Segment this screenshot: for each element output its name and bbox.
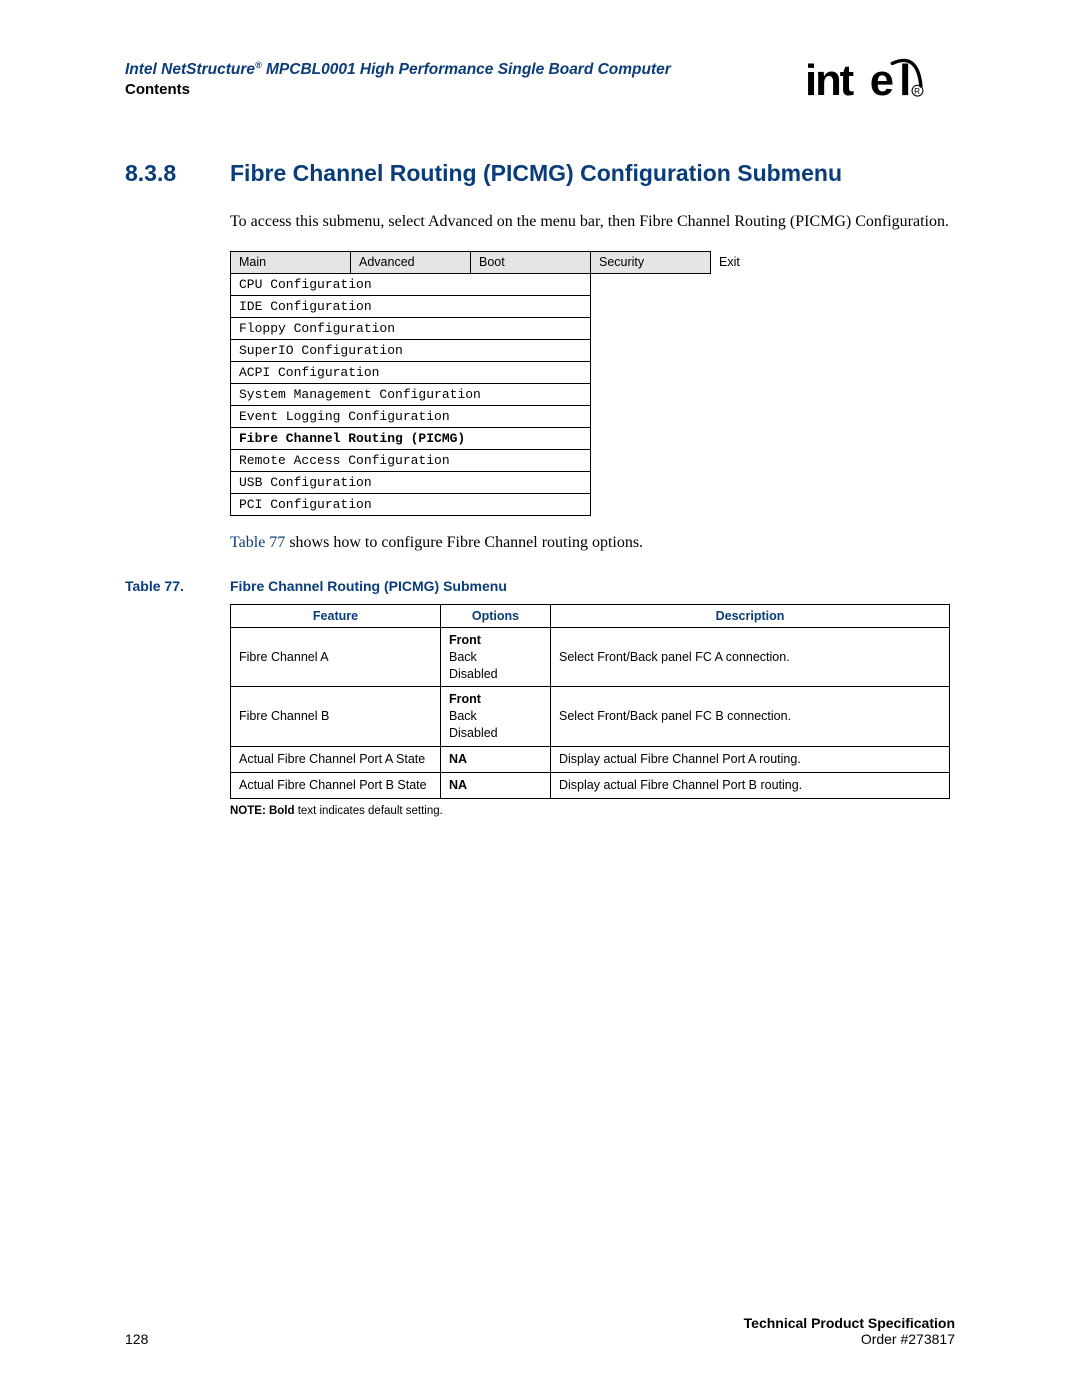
cell-feature: Fibre Channel B <box>231 687 441 747</box>
menu-bar-item: Exit <box>711 251 771 273</box>
intel-logo: int e l R <box>805 55 955 115</box>
col-feature: Feature <box>231 604 441 627</box>
col-options: Options <box>441 604 551 627</box>
menu-bar-item: Advanced <box>351 251 471 273</box>
page-header: Intel NetStructure® MPCBL0001 High Perfo… <box>125 60 955 115</box>
page-number: 128 <box>125 1331 148 1347</box>
footer-spec: Technical Product Specification <box>744 1315 955 1331</box>
menu-item-label: Remote Access Configuration <box>231 449 591 471</box>
section-heading: 8.3.8 Fibre Channel Routing (PICMG) Conf… <box>125 160 955 187</box>
document-title: Intel NetStructure® MPCBL0001 High Perfo… <box>125 60 805 79</box>
menu-item-label: USB Configuration <box>231 471 591 493</box>
menu-item-label: CPU Configuration <box>231 273 591 295</box>
col-description: Description <box>551 604 950 627</box>
menu-item-label: ACPI Configuration <box>231 361 591 383</box>
table-row: Fibre Channel AFront Back DisabledSelect… <box>231 627 950 687</box>
menu-item: CPU Configuration <box>231 273 771 295</box>
menu-item-label: Floppy Configuration <box>231 317 591 339</box>
cell-feature: Actual Fibre Channel Port A State <box>231 747 441 773</box>
menu-bar-item: Security <box>591 251 711 273</box>
footer-order: Order #273817 <box>744 1331 955 1347</box>
menu-item-label: SuperIO Configuration <box>231 339 591 361</box>
cell-options: Front Back Disabled <box>441 687 551 747</box>
cell-feature: Actual Fibre Channel Port B State <box>231 772 441 798</box>
menu-item: ACPI Configuration <box>231 361 771 383</box>
svg-text:int: int <box>805 57 854 105</box>
fibre-channel-table: Feature Options Description Fibre Channe… <box>230 604 950 799</box>
cell-description: Display actual Fibre Channel Port B rout… <box>551 772 950 798</box>
cell-options: NA <box>441 772 551 798</box>
menu-item: IDE Configuration <box>231 295 771 317</box>
table-reference: Table 77 shows how to configure Fibre Ch… <box>230 534 955 552</box>
table-row: Actual Fibre Channel Port A StateNADispl… <box>231 747 950 773</box>
cell-description: Display actual Fibre Channel Port A rout… <box>551 747 950 773</box>
table-caption-label: Table 77. <box>125 578 230 594</box>
cell-options: Front Back Disabled <box>441 627 551 687</box>
menu-item: PCI Configuration <box>231 493 771 515</box>
section-number: 8.3.8 <box>125 160 230 187</box>
menu-bar: Main Advanced Boot Security Exit <box>231 251 771 273</box>
cell-description: Select Front/Back panel FC A connection. <box>551 627 950 687</box>
section-title: Fibre Channel Routing (PICMG) Configurat… <box>230 160 842 187</box>
menu-item-label: System Management Configuration <box>231 383 591 405</box>
svg-text:e: e <box>870 57 893 105</box>
cell-feature: Fibre Channel A <box>231 627 441 687</box>
menu-item: Remote Access Configuration <box>231 449 771 471</box>
menu-bar-item: Main <box>231 251 351 273</box>
cell-description: Select Front/Back panel FC B connection. <box>551 687 950 747</box>
menu-item-label: PCI Configuration <box>231 493 591 515</box>
svg-text:R: R <box>914 87 920 96</box>
menu-item: Event Logging Configuration <box>231 405 771 427</box>
table-row: Actual Fibre Channel Port B StateNADispl… <box>231 772 950 798</box>
cell-options: NA <box>441 747 551 773</box>
menu-item: SuperIO Configuration <box>231 339 771 361</box>
menu-item: System Management Configuration <box>231 383 771 405</box>
menu-item: USB Configuration <box>231 471 771 493</box>
menu-item-label: Fibre Channel Routing (PICMG) <box>231 427 591 449</box>
menu-item: Fibre Channel Routing (PICMG) <box>231 427 771 449</box>
table-caption: Table 77. Fibre Channel Routing (PICMG) … <box>125 578 955 594</box>
bios-menu-table: Main Advanced Boot Security Exit CPU Con… <box>230 251 771 516</box>
svg-text:l: l <box>899 57 911 105</box>
menu-item-label: Event Logging Configuration <box>231 405 591 427</box>
contents-label: Contents <box>125 81 805 98</box>
table-caption-title: Fibre Channel Routing (PICMG) Submenu <box>230 578 507 594</box>
menu-item: Floppy Configuration <box>231 317 771 339</box>
menu-item-label: IDE Configuration <box>231 295 591 317</box>
page-footer: 128 Technical Product Specification Orde… <box>125 1315 955 1347</box>
intro-paragraph: To access this submenu, select Advanced … <box>230 212 955 233</box>
table-link[interactable]: Table 77 <box>230 534 285 551</box>
table-note: NOTE: Bold text indicates default settin… <box>230 805 955 817</box>
menu-bar-item: Boot <box>471 251 591 273</box>
table-row: Fibre Channel BFront Back DisabledSelect… <box>231 687 950 747</box>
